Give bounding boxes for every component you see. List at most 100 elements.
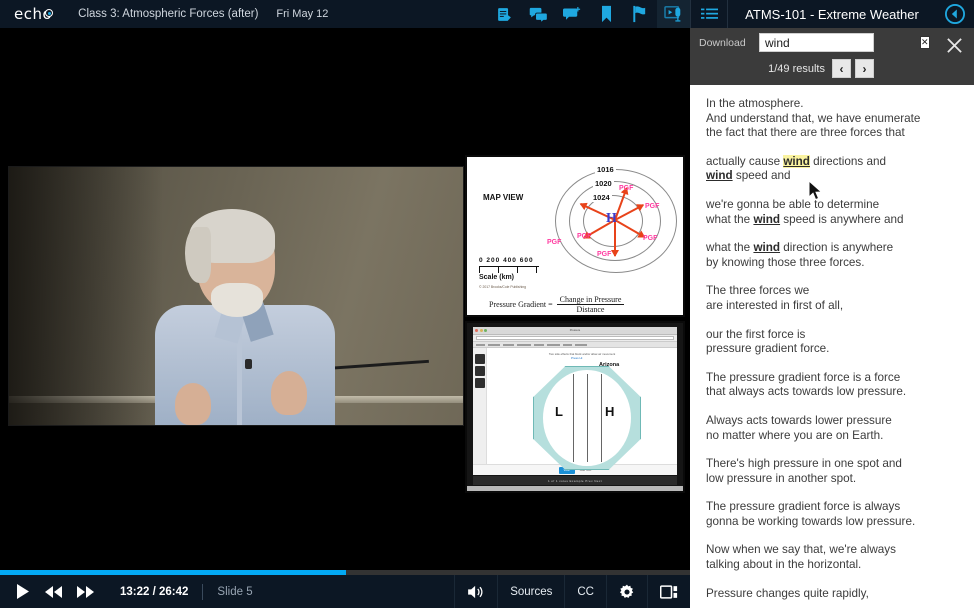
transcript-line: gonna be working towards low pressure. — [706, 515, 960, 530]
slide-credit: © 2017 Brooks/Cole Publishing — [479, 285, 526, 289]
transcript-text: gonna be working towards low pressure. — [706, 514, 916, 528]
transcript-text: by knowing those three forces. — [706, 255, 865, 269]
fast-forward-icon — [77, 585, 94, 598]
high-pressure-label: H — [605, 404, 615, 419]
region-label: Arizona — [599, 362, 620, 368]
sources-button[interactable]: Sources — [497, 575, 564, 608]
lapel-mic-icon — [245, 359, 252, 369]
transcript-line: our the first force is — [706, 328, 960, 343]
lecturer-beard — [211, 283, 263, 317]
course-title: ATMS-101 - Extreme Weather — [745, 6, 919, 22]
isobar-label-1020: 1020 — [593, 179, 614, 188]
list-icon — [700, 8, 718, 19]
slide-audio-button[interactable] — [657, 0, 691, 28]
rewind-button[interactable] — [38, 575, 70, 608]
previous-result-button[interactable]: ‹ — [832, 59, 851, 78]
transcript-text: The pressure gradient force is a force — [706, 370, 901, 384]
transcript-gap — [706, 227, 960, 241]
formula-left: Pressure Gradient = — [489, 300, 553, 310]
transcript-line: we're gonna be able to determine — [706, 198, 960, 213]
slide-thumbnail-browser-poll[interactable]: Pressure Two side effects that block and… — [465, 321, 685, 493]
pgf-label-1: PGF — [619, 185, 634, 192]
class-title: Class 3: Atmospheric Forces (after) — [78, 8, 259, 20]
transcript-text: actually cause — [706, 154, 784, 168]
play-icon — [16, 584, 29, 599]
slide-footer-strip — [467, 486, 683, 491]
poll-link[interactable]: Press Hi — [571, 356, 582, 360]
transcript-text: Pressure changes quite rapidly, — [706, 586, 869, 600]
search-hit[interactable]: wind — [753, 213, 780, 226]
transcript-text-area[interactable]: In the atmosphere. And understand that, w… — [690, 85, 974, 608]
transcript-panel: Download ✕ 1/49 results ‹ › In the atmos… — [690, 28, 974, 608]
transcript-line: Now when we say that, we're always — [706, 543, 960, 558]
lecturer — [149, 209, 339, 425]
add-comment-button[interactable] — [555, 0, 589, 28]
control-divider — [202, 583, 204, 600]
download-link[interactable]: Download — [699, 37, 746, 49]
next-result-button[interactable]: › — [855, 59, 874, 78]
transcript-gap — [706, 573, 960, 587]
map-view-label: MAP VIEW — [483, 193, 524, 202]
transcript-line: wind speed and — [706, 169, 960, 184]
transcript-line: In the atmosphere. — [706, 97, 960, 112]
clear-search-button[interactable]: ✕ — [920, 36, 930, 49]
transcript-text: what the — [706, 212, 754, 226]
transcript-gap — [706, 443, 960, 457]
slide-thumbnail-pressure-gradient[interactable]: MAP VIEW 1016 1020 1024 H PGF PGF PGF PG… — [465, 155, 685, 317]
transcript-gap — [706, 357, 960, 371]
fast-forward-button[interactable] — [70, 575, 102, 608]
collapse-panel-button[interactable] — [936, 0, 974, 28]
close-panel-button[interactable] — [943, 34, 965, 56]
settings-button[interactable] — [606, 575, 647, 608]
play-button[interactable] — [6, 575, 38, 608]
search-hit[interactable]: wind — [706, 169, 733, 182]
isobar-line-1 — [573, 374, 574, 462]
transcript-gap — [706, 400, 960, 414]
isobar-line-2 — [587, 374, 588, 462]
lecturer-hair-side — [185, 227, 211, 283]
bookmark-button[interactable] — [589, 0, 623, 28]
isobar-label-1016: 1016 — [595, 165, 616, 174]
scale-caption: Scale (km) — [479, 274, 515, 281]
discussion-button[interactable] — [521, 0, 555, 28]
layout-button[interactable] — [647, 575, 690, 608]
transcript-text: no matter where you are on Earth. — [706, 428, 884, 442]
transcript-line: low pressure in another spot. — [706, 472, 960, 487]
echo360-player: echo Class 3: Atmospheric Forces (after)… — [0, 0, 974, 608]
search-hit-current[interactable]: wind — [783, 154, 810, 168]
search-results-row: 1/49 results ‹ › — [759, 58, 874, 79]
transcript-line: pressure gradient force. — [706, 342, 960, 357]
flag-button[interactable] — [623, 0, 657, 28]
player-control-bar: 13:22 / 26:42 Slide 5 Sources CC — [0, 570, 690, 608]
transcript-text: speed is anywhere and — [780, 212, 904, 226]
closed-caption-button[interactable]: CC — [564, 575, 606, 608]
transcript-text: that always acts towards low pressure. — [706, 385, 907, 399]
transcript-text: our the first force is — [706, 327, 806, 341]
volume-button[interactable] — [454, 575, 497, 608]
transcript-line: that always acts towards low pressure. — [706, 385, 960, 400]
isobar-label-1024: 1024 — [591, 193, 612, 202]
transcript-text: what the — [706, 241, 754, 255]
transcript-text: And understand that, we have enumerate — [706, 111, 921, 125]
search-input[interactable] — [760, 34, 920, 51]
transcript-line: talking about in the horizontal. — [706, 558, 960, 573]
notes-button[interactable] — [487, 0, 521, 28]
browser-status-text: 1 of 1 votes Example Prev Next — [547, 478, 603, 483]
transcript-gap — [706, 270, 960, 284]
video-feed[interactable] — [8, 166, 464, 426]
control-bar-right-group: Sources CC — [454, 575, 690, 608]
transcript-line: Pressure changes quite rapidly, — [706, 587, 960, 602]
transcript-line: The three forces we — [706, 284, 960, 299]
transcript-toggle-button[interactable] — [691, 0, 727, 28]
search-hit[interactable]: wind — [753, 241, 780, 254]
browser-address-field[interactable] — [476, 335, 674, 341]
transcript-text: direction is anywhere — [780, 241, 894, 255]
discussion-icon — [529, 7, 548, 23]
transcript-gap — [706, 529, 960, 543]
results-count: 1/49 results — [768, 62, 825, 75]
close-icon — [946, 37, 962, 53]
formula-denominator: Distance — [576, 305, 605, 315]
time-display: 13:22 / 26:42 — [120, 585, 189, 598]
echo-logo[interactable]: echo — [14, 5, 54, 23]
transcript-gap — [706, 184, 960, 198]
